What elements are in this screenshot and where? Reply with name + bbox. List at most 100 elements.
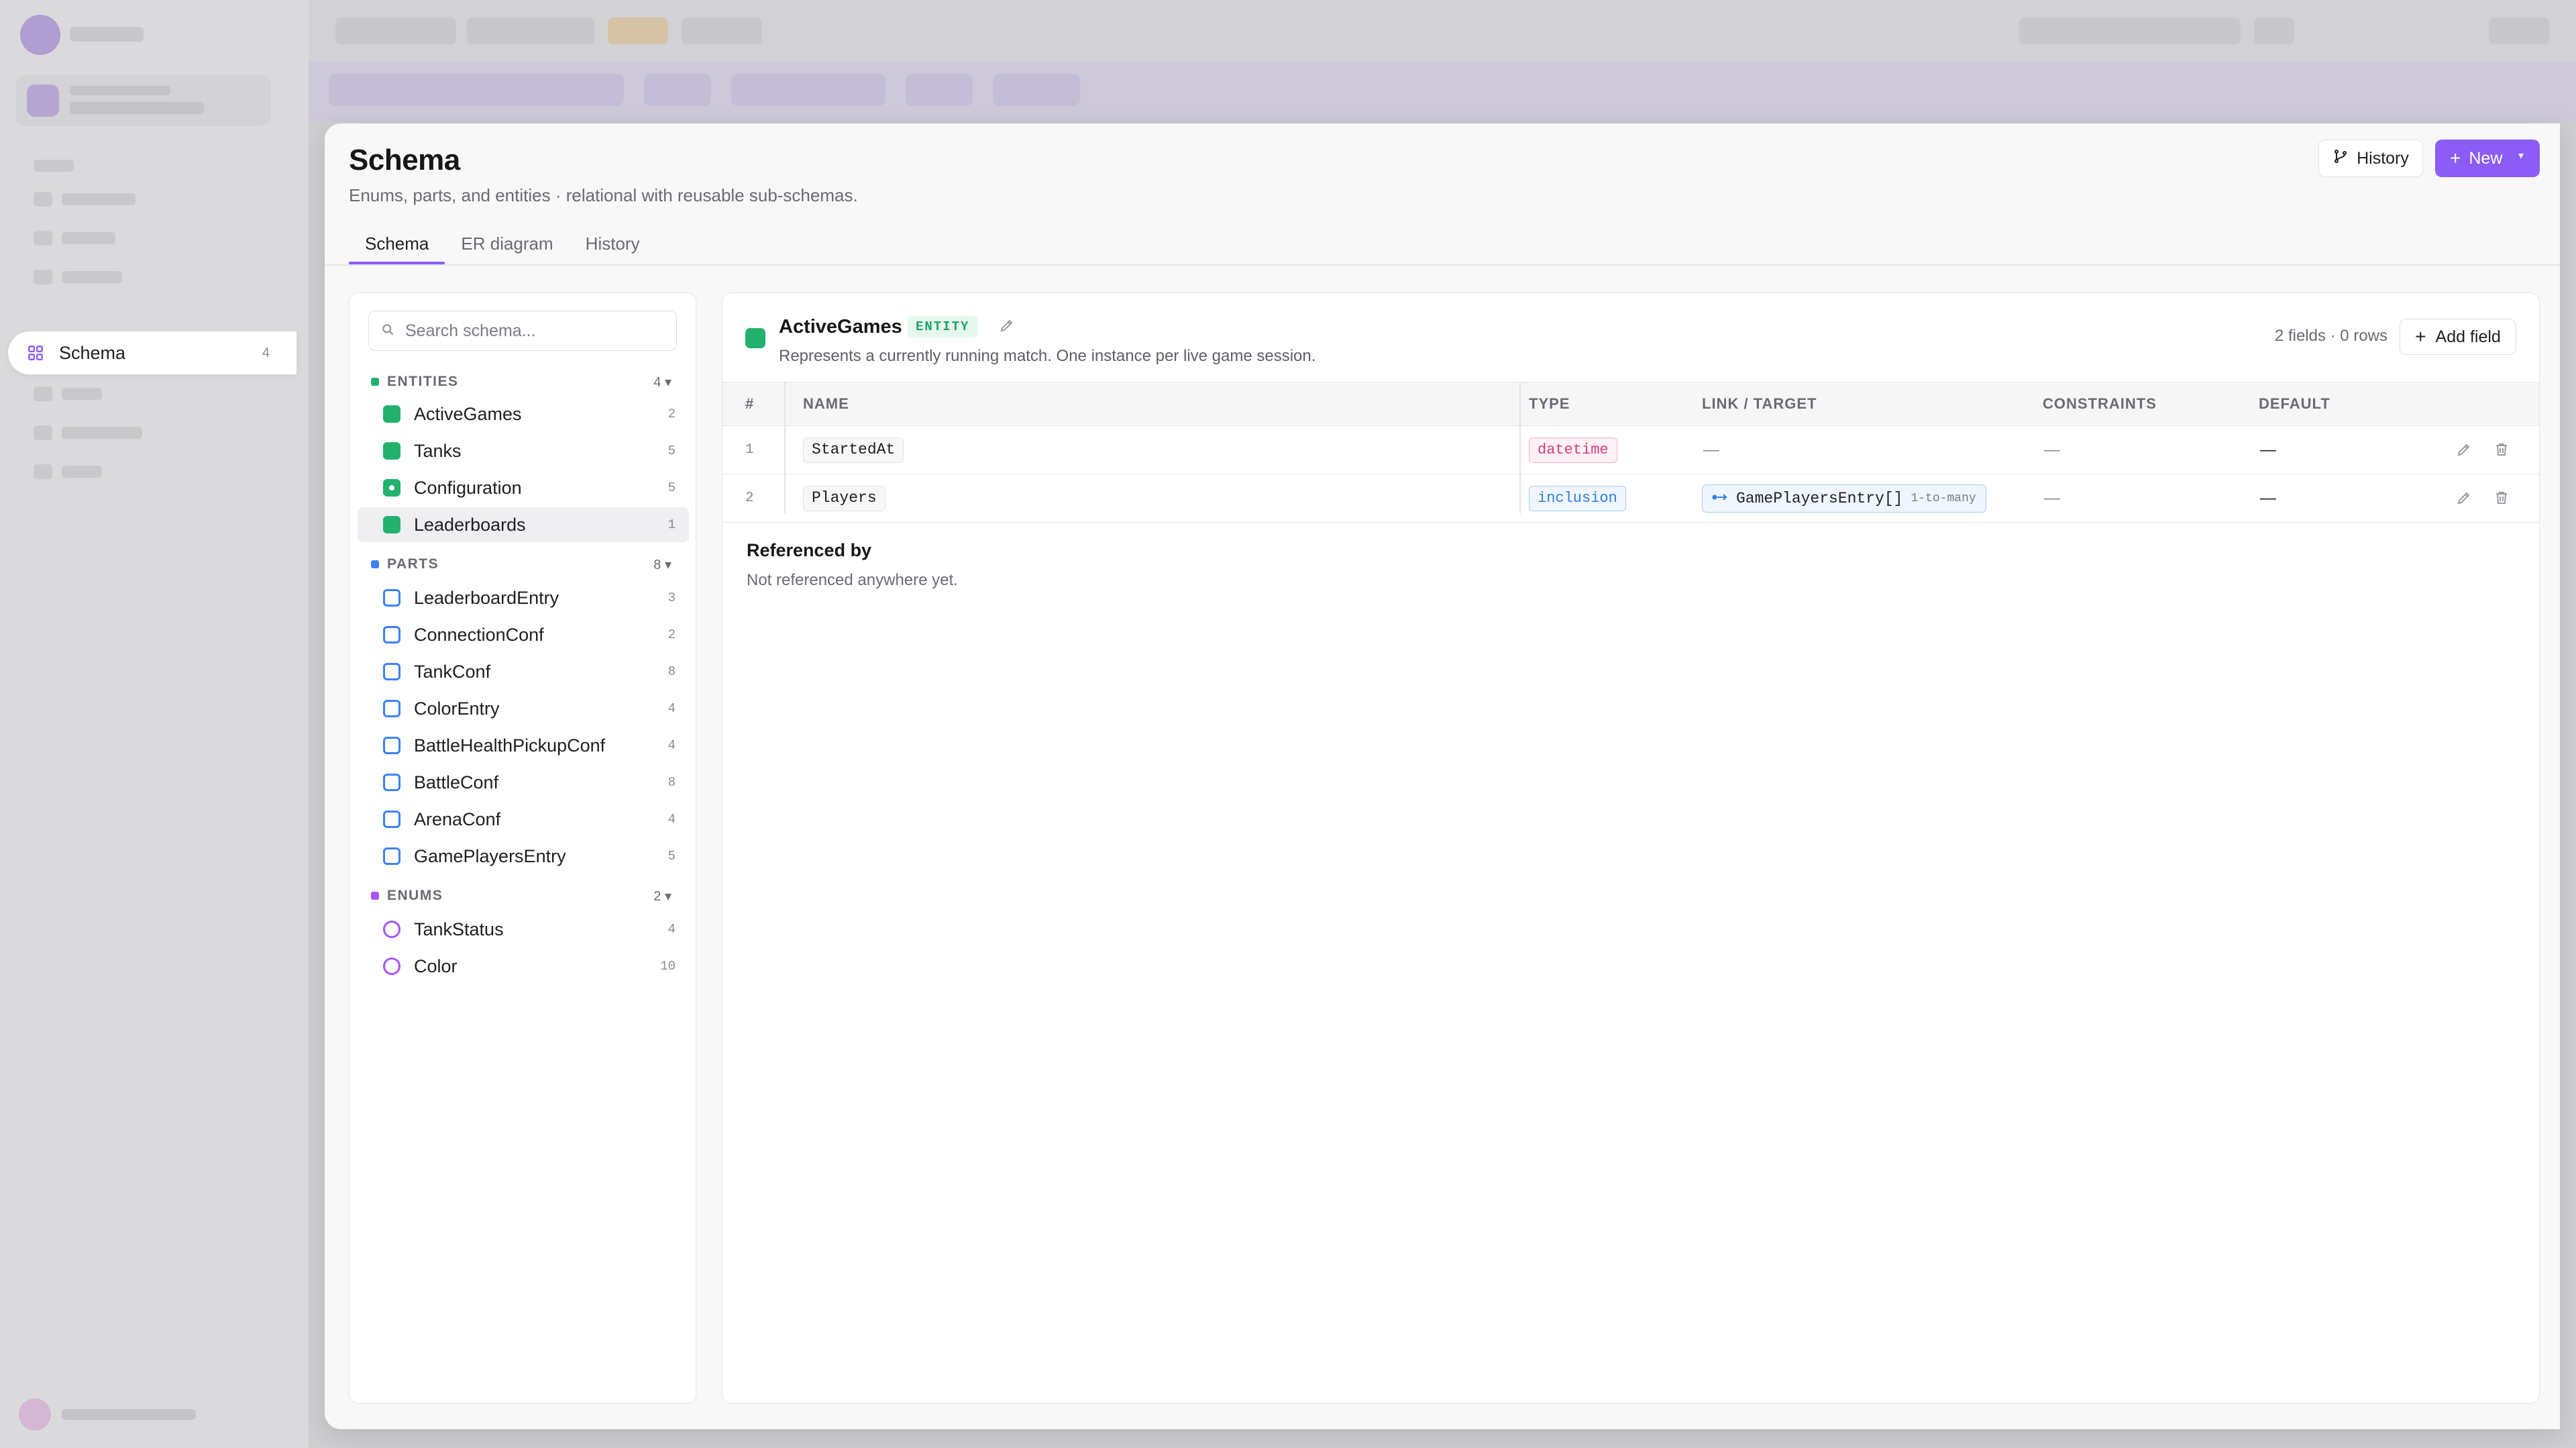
list-item-activegames[interactable]: ActiveGames 2 <box>358 397 689 431</box>
enum-dot-icon <box>371 892 379 900</box>
row-number: 1 <box>745 442 754 458</box>
field-type-badge: datetime <box>1529 437 1617 463</box>
user-menu <box>19 1398 207 1431</box>
list-item-tankconf[interactable]: TankConf 8 <box>358 654 689 689</box>
field-link-chip[interactable]: GamePlayersEntry[] 1-to-many <box>1702 484 1986 513</box>
part-icon <box>383 589 400 607</box>
list-item-label: ActiveGames <box>414 403 522 424</box>
nav-item <box>62 232 115 244</box>
list-item-battlehealthpickupconf[interactable]: BattleHealthPickupConf 4 <box>358 728 689 763</box>
section-entities-header[interactable]: ENTITIES 4 ▾ <box>371 372 680 391</box>
list-item-label: Configuration <box>414 477 522 498</box>
app-logo <box>20 15 60 55</box>
section-parts-header[interactable]: PARTS 8 ▾ <box>371 555 680 574</box>
list-item-label: Tanks <box>414 440 462 461</box>
nav-section-label <box>34 160 74 172</box>
entity-icon <box>383 405 400 423</box>
plus-icon: + <box>2450 148 2461 168</box>
list-item-tanks[interactable]: Tanks 5 <box>358 433 689 468</box>
field-name: StartedAt <box>803 437 904 463</box>
table-row[interactable]: 1 StartedAt datetime — — — <box>722 426 2539 474</box>
search-input[interactable] <box>405 321 674 341</box>
pencil-icon[interactable] <box>999 317 1018 336</box>
link-target: GamePlayersEntry[] <box>1736 490 1903 507</box>
list-item-count: 5 <box>667 480 676 495</box>
list-item-label: BattleConf <box>414 772 499 792</box>
section-title: ENUMS <box>387 888 443 903</box>
list-item-leaderboardentry[interactable]: LeaderboardEntry 3 <box>358 580 689 615</box>
page-title: Schema <box>349 144 460 176</box>
list-item-count: 4 <box>667 922 676 937</box>
nav-icon <box>34 231 52 246</box>
list-item-count: 10 <box>660 959 676 974</box>
history-button[interactable]: History <box>2318 140 2423 177</box>
tab-er-diagram[interactable]: ER diagram <box>445 224 569 264</box>
list-item-label: Leaderboards <box>414 514 526 535</box>
nav-icon <box>34 464 52 479</box>
list-item-label: TankConf <box>414 661 491 682</box>
list-item-tankstatus[interactable]: TankStatus 4 <box>358 912 689 947</box>
section-enums-header[interactable]: ENUMS 2 ▾ <box>371 886 680 905</box>
fields-table-header: # NAME TYPE LINK / TARGET CONSTRAINTS DE… <box>722 382 2539 426</box>
list-item-color[interactable]: Color 10 <box>358 949 689 984</box>
column-header-name: NAME <box>803 395 849 412</box>
list-item-battleconf[interactable]: BattleConf 8 <box>358 765 689 800</box>
section-title: ENTITIES <box>387 374 459 389</box>
field-link: — <box>1703 441 1719 459</box>
plus-icon: + <box>2415 326 2426 347</box>
list-item-leaderboards[interactable]: Leaderboards 1 <box>358 507 689 542</box>
list-item-gameplayersentry[interactable]: GamePlayersEntry 5 <box>358 839 689 874</box>
field-default: — <box>2260 489 2276 507</box>
list-item-count: 8 <box>667 775 676 790</box>
search-box <box>368 311 677 351</box>
sidebar-item-label: Schema <box>59 342 126 363</box>
new-button[interactable]: + New ▾ <box>2435 140 2540 177</box>
add-field-button[interactable]: + Add field <box>2400 319 2516 355</box>
singleton-entity-icon <box>383 479 400 497</box>
grid-icon <box>25 343 46 363</box>
enum-icon <box>383 921 400 938</box>
background-sidebar <box>0 0 309 1448</box>
link-cardinality: 1-to-many <box>1911 492 1976 505</box>
list-item-arenaconf[interactable]: ArenaConf 4 <box>358 802 689 837</box>
new-button-label: New <box>2469 148 2503 168</box>
schema-panel: Schema Enums, parts, and entities · rela… <box>325 123 2560 1429</box>
nav-item <box>62 466 102 478</box>
tab-bar: Schema ER diagram History <box>349 224 656 264</box>
column-header-link: LINK / TARGET <box>1702 395 1817 412</box>
part-icon <box>383 663 400 680</box>
pencil-icon[interactable] <box>2456 490 2473 507</box>
relation-arrow-icon <box>1712 492 1728 506</box>
list-item-count: 3 <box>667 590 676 605</box>
entity-icon <box>383 516 400 533</box>
search-icon <box>381 323 394 340</box>
entity-icon <box>745 328 765 348</box>
nav-item <box>62 193 136 205</box>
sidebar-item-schema[interactable]: Schema 4 <box>8 331 297 374</box>
tab-history[interactable]: History <box>570 224 656 264</box>
nav-icon <box>34 192 52 207</box>
list-item-count: 4 <box>667 738 676 753</box>
table-row[interactable]: 2 Players inclusion GamePlayersEntry[] 1… <box>722 474 2539 523</box>
list-item-colorentry[interactable]: ColorEntry 4 <box>358 691 689 726</box>
entity-meta: 2 fields · 0 rows <box>2274 327 2387 345</box>
trash-icon[interactable] <box>2493 442 2511 459</box>
nav-icon <box>34 425 52 440</box>
tab-schema[interactable]: Schema <box>349 224 445 264</box>
nav-icon <box>34 386 52 401</box>
section-count: 2 ▾ <box>653 888 672 904</box>
field-default: — <box>2260 441 2276 459</box>
chevron-down-icon[interactable]: ▾ <box>2518 149 2524 162</box>
list-item-count: 2 <box>667 627 676 642</box>
tabs-divider <box>325 264 2560 266</box>
list-item-label: LeaderboardEntry <box>414 587 559 608</box>
pencil-icon[interactable] <box>2456 442 2473 459</box>
nav-item <box>62 271 122 283</box>
list-item-connectionconf[interactable]: ConnectionConf 2 <box>358 617 689 652</box>
list-item-count: 5 <box>667 444 676 458</box>
field-constraints: — <box>2044 441 2060 459</box>
list-item-configuration[interactable]: Configuration 5 <box>358 470 689 505</box>
column-header-num: # <box>745 395 755 412</box>
trash-icon[interactable] <box>2493 490 2511 507</box>
part-dot-icon <box>371 560 379 568</box>
